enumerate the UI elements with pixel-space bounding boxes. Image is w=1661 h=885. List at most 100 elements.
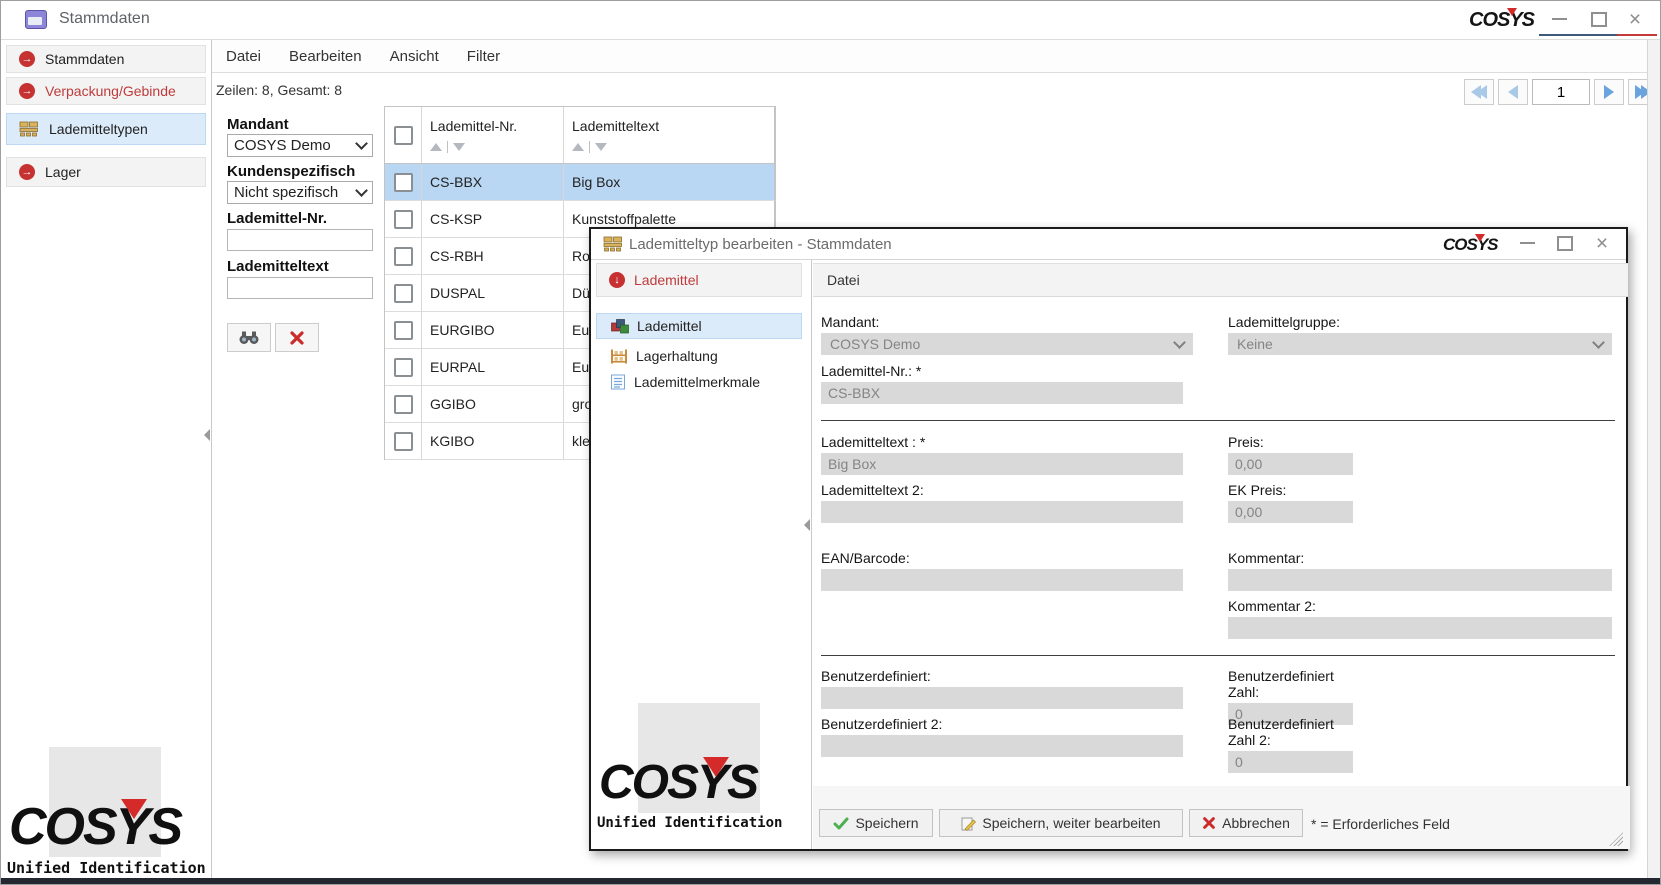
kommentar-label: Kommentar: xyxy=(1228,550,1612,566)
main-menubar: Datei Bearbeiten Ansicht Filter xyxy=(212,40,1648,73)
bottom-bar xyxy=(1,878,1661,885)
required-field-note: * = Erforderliches Feld xyxy=(1311,816,1450,832)
green-check-icon xyxy=(833,817,849,830)
dialog-nav-lademittelmerkmale[interactable]: Lademittelmerkmale xyxy=(596,369,802,395)
benutzerdefiniert-input[interactable] xyxy=(821,687,1183,709)
row-checkbox[interactable] xyxy=(394,358,413,377)
vertical-scrollbar[interactable] xyxy=(1647,40,1661,878)
mandant-select[interactable]: COSYS Demo xyxy=(821,333,1193,355)
filter-kundenspezifisch-select[interactable]: Nicht spezifisch xyxy=(227,181,373,204)
menu-filter[interactable]: Filter xyxy=(467,48,500,65)
maximize-icon xyxy=(1557,236,1573,251)
sidebar-item-lager[interactable]: → Lager xyxy=(6,157,206,187)
minimize-icon xyxy=(1552,18,1567,20)
dialog-nav-lagerhaltung[interactable]: Lagerhaltung xyxy=(596,343,802,369)
close-button[interactable]: × xyxy=(1623,9,1647,29)
maximize-button[interactable] xyxy=(1587,9,1611,29)
lademitteltext-input[interactable] xyxy=(821,453,1183,475)
speichern-weiter-bearbeiten-button[interactable]: Speichern, weiter bearbeiten xyxy=(939,809,1183,837)
dialog-sidebar-header[interactable]: ↓ Lademittel xyxy=(596,263,802,297)
cosys-tagline: Unified Identification xyxy=(597,815,782,831)
row-checkbox[interactable] xyxy=(394,432,413,451)
chevron-down-icon xyxy=(355,137,368,150)
sort-descending-icon[interactable] xyxy=(595,143,607,151)
row-checkbox[interactable] xyxy=(394,395,413,414)
right-arrow-icon xyxy=(1604,85,1614,99)
lademittel-nr-label: Lademittel-Nr.: * xyxy=(821,363,1183,379)
sort-descending-icon[interactable] xyxy=(453,143,465,151)
filter-mandant-select[interactable]: COSYS Demo xyxy=(227,134,373,157)
sidebar-item-verpackung-gebinde[interactable]: → Verpackung/Gebinde xyxy=(6,77,206,105)
form-separator xyxy=(821,655,1615,656)
next-page-button[interactable] xyxy=(1594,79,1624,105)
menu-ansicht[interactable]: Ansicht xyxy=(390,48,439,65)
lademitteltext-label: Lademitteltext : * xyxy=(821,434,1183,450)
dialog-menubar: Datei xyxy=(813,263,1628,297)
maximize-icon xyxy=(1591,12,1607,27)
chevron-down-icon xyxy=(1592,336,1605,349)
filter-kundenspezifisch-label: Kundenspezifisch xyxy=(227,163,355,180)
dialog-minimize-button[interactable] xyxy=(1515,233,1539,253)
sort-ascending-icon[interactable] xyxy=(430,143,442,151)
benutzerdefiniert2-label: Benutzerdefiniert 2: xyxy=(821,716,1183,732)
cosys-triangle-icon xyxy=(1507,8,1517,16)
page-number-input[interactable] xyxy=(1532,79,1590,105)
lademitteltext2-input[interactable] xyxy=(821,501,1183,523)
row-checkbox[interactable] xyxy=(394,321,413,340)
lademittel-nr-input[interactable] xyxy=(821,382,1183,404)
filter-lademitteltext-input[interactable] xyxy=(227,277,373,299)
row-checkbox[interactable] xyxy=(394,284,413,303)
resize-grip[interactable] xyxy=(1609,832,1623,846)
dialog-collapse-handle[interactable] xyxy=(804,519,810,531)
first-page-button[interactable] xyxy=(1464,79,1494,105)
form-separator xyxy=(821,420,1615,421)
benutzerdefiniert-zahl-label: Benutzerdefiniert Zahl: xyxy=(1228,668,1353,700)
sort-ascending-icon[interactable] xyxy=(572,143,584,151)
benutzerdefiniert-zahl2-input[interactable] xyxy=(1228,751,1353,773)
sidebar-item-lademitteltypen[interactable]: Lademitteltypen xyxy=(6,113,206,145)
sidebar-collapse-handle[interactable] xyxy=(204,429,210,441)
dialog-maximize-button[interactable] xyxy=(1553,233,1577,253)
row-checkbox[interactable] xyxy=(394,247,413,266)
filter-lademittel-nr-input[interactable] xyxy=(227,229,373,251)
dialog-nav-lademittel[interactable]: Lademittel xyxy=(596,313,802,339)
red-x-icon xyxy=(289,330,305,346)
red-arrow-icon: → xyxy=(19,51,35,67)
ean-barcode-input[interactable] xyxy=(821,569,1183,591)
dialog-menu-datei[interactable]: Datei xyxy=(827,272,860,288)
cosys-brand-logo: COSYS xyxy=(1469,10,1534,30)
clear-filter-button[interactable] xyxy=(275,323,319,352)
pallet-icon xyxy=(19,121,39,137)
sidebar-item-stammdaten[interactable]: → Stammdaten xyxy=(6,45,206,73)
edit-dialog: Lademitteltyp bearbeiten - Stammdaten CO… xyxy=(589,227,1628,851)
row-checkbox[interactable] xyxy=(394,173,413,192)
titlebar-underline-red xyxy=(1617,34,1657,36)
select-all-checkbox[interactable] xyxy=(394,126,413,145)
application-window: Stammdaten COSYS × → Stammdaten → Verpac… xyxy=(0,0,1661,885)
prev-page-button[interactable] xyxy=(1498,79,1528,105)
app-window-icon xyxy=(25,10,47,29)
row-checkbox[interactable] xyxy=(394,210,413,229)
mandant-label: Mandant: xyxy=(821,314,1193,330)
menu-bearbeiten[interactable]: Bearbeiten xyxy=(289,48,362,65)
table-row[interactable]: CS-BBX Big Box xyxy=(385,164,775,201)
red-x-icon xyxy=(1202,816,1216,830)
lademittelgruppe-label: Lademittelgruppe: xyxy=(1228,314,1612,330)
kommentar2-input[interactable] xyxy=(1228,617,1612,639)
lademittelgruppe-select[interactable]: Keine xyxy=(1228,333,1612,355)
edit-pencil-icon xyxy=(961,816,976,831)
rows-count-label: Zeilen: 8, Gesamt: 8 xyxy=(216,82,342,98)
table-header-row: Lademittel-Nr. Lademitteltext xyxy=(385,107,775,164)
dialog-close-button[interactable]: × xyxy=(1590,233,1614,253)
abbrechen-button[interactable]: Abbrechen xyxy=(1189,809,1303,837)
ek-preis-input[interactable] xyxy=(1228,501,1353,523)
search-button[interactable] xyxy=(227,323,271,352)
preis-input[interactable] xyxy=(1228,453,1353,475)
speichern-button[interactable]: Speichern xyxy=(819,809,933,837)
list-document-icon xyxy=(610,374,626,390)
minimize-button[interactable] xyxy=(1547,9,1571,29)
red-arrow-icon: → xyxy=(19,164,35,180)
benutzerdefiniert2-input[interactable] xyxy=(821,735,1183,757)
menu-datei[interactable]: Datei xyxy=(226,48,261,65)
kommentar-input[interactable] xyxy=(1228,569,1612,591)
